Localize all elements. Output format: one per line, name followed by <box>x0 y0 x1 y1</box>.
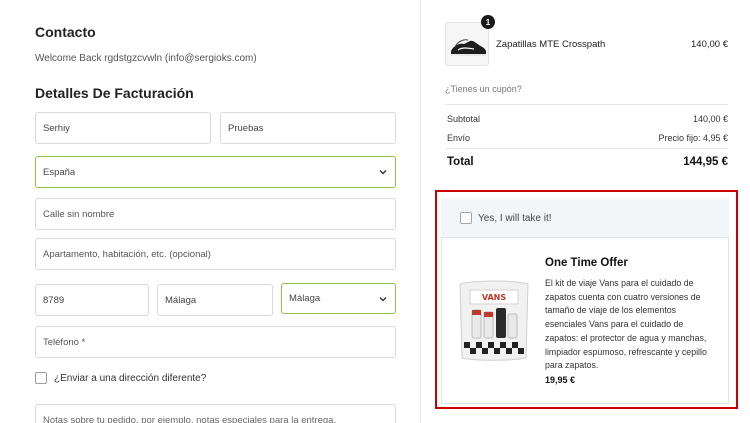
travel-kit-image-icon: VANS <box>456 276 532 364</box>
product-name: Zapatillas MTE Crosspath <box>496 39 606 50</box>
subtotal-value: 140,00 € <box>692 114 728 124</box>
country-select[interactable]: España <box>35 156 396 188</box>
country-value: España <box>43 166 76 178</box>
last-name-field[interactable]: Pruebas <box>220 112 396 144</box>
welcome-text: Welcome Back rgdstgzcvwln (info@sergioks… <box>35 53 257 64</box>
ship-different-checkbox[interactable] <box>35 372 47 384</box>
shipping-value: Precio fijo: 4,95 € <box>658 133 728 143</box>
divider <box>445 148 728 149</box>
last-name-value: Pruebas <box>228 122 264 134</box>
offer-accept-checkbox[interactable] <box>460 212 472 224</box>
street-field[interactable]: Calle sin nombre <box>35 198 396 230</box>
shipping-label: Envío <box>447 133 471 143</box>
billing-heading: Detalles De Facturación <box>35 85 194 101</box>
coupon-link[interactable]: ¿Tienes un cupón? <box>445 84 522 94</box>
offer-accept-label[interactable]: Yes, I will take it! <box>478 213 552 224</box>
product-price: 140,00 € <box>691 39 728 50</box>
first-name-value: Serhiy <box>43 122 70 134</box>
svg-text:VANS: VANS <box>482 293 507 302</box>
offer-price: 19,95 € <box>545 375 576 385</box>
contact-heading: Contacto <box>35 24 96 40</box>
chevron-down-icon <box>378 294 388 304</box>
city-value: Málaga <box>165 294 197 306</box>
shoe-thumbnail-icon <box>445 22 489 66</box>
total-value: 144,95 € <box>683 156 728 168</box>
postcode-field[interactable]: 8789 <box>35 284 149 316</box>
phone-field[interactable]: Teléfono * <box>35 326 396 358</box>
order-notes-field[interactable]: Notas sobre tu pedido, por ejemplo, nota… <box>35 404 396 423</box>
divider <box>445 104 728 105</box>
street-placeholder: Calle sin nombre <box>43 208 115 220</box>
city-field[interactable]: Málaga <box>157 284 273 316</box>
phone-placeholder: Teléfono * <box>43 336 86 348</box>
province-select[interactable]: Málaga <box>281 283 396 314</box>
first-name-field[interactable]: Serhiy <box>35 112 211 144</box>
offer-title: One Time Offer <box>545 257 628 269</box>
quantity-badge: 1 <box>481 15 495 29</box>
apartment-field[interactable]: Apartamento, habitación, etc. (opcional) <box>35 238 396 270</box>
chevron-down-icon <box>378 167 388 177</box>
apartment-placeholder: Apartamento, habitación, etc. (opcional) <box>43 248 211 260</box>
ship-different-label: ¿Enviar a una dirección diferente? <box>54 372 207 384</box>
total-label: Total <box>447 156 474 168</box>
province-value: Málaga <box>289 293 321 304</box>
ship-different-row[interactable]: ¿Enviar a una dirección diferente? <box>35 372 206 384</box>
subtotal-label: Subtotal <box>447 114 481 124</box>
postcode-value: 8789 <box>43 294 65 306</box>
offer-description: El kit de viaje Vans para el cuidado de … <box>545 278 707 371</box>
order-notes-placeholder: Notas sobre tu pedido, por ejemplo, nota… <box>43 415 337 423</box>
